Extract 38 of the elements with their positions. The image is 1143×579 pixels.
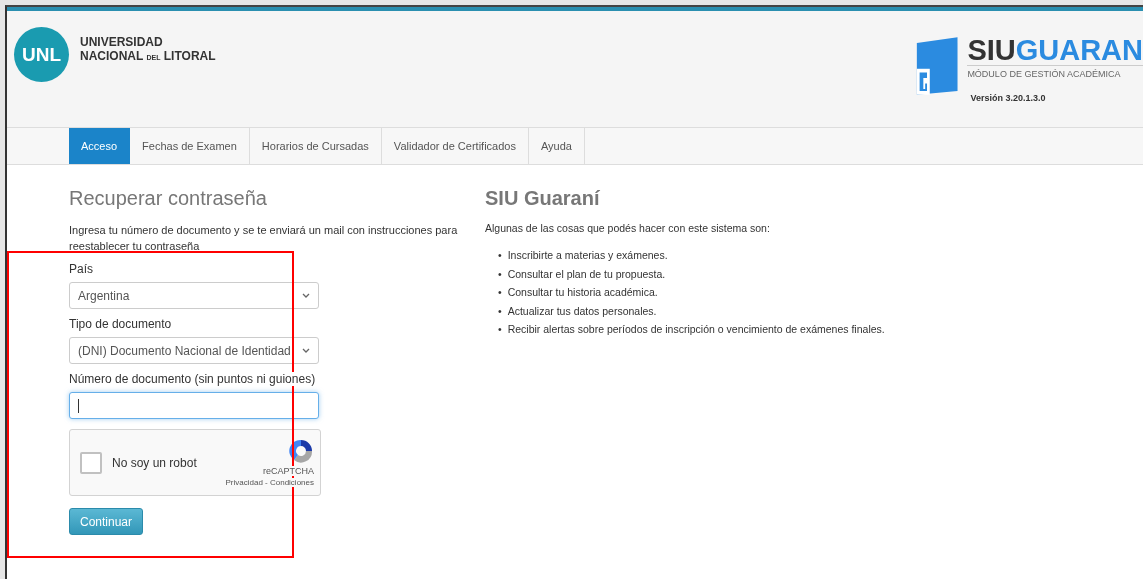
product-subtitle: MÓDULO DE GESTIÓN ACADÉMICA [967,65,1143,79]
dropdown-field[interactable]: (DNI) Documento Nacional de Identidad [69,337,319,364]
form-title: Recuperar contraseña [69,187,268,210]
checkbox[interactable] [80,451,102,474]
intro-text: Algunas de las cosas que podés hacer con este sistema son: [485,222,771,234]
recaptcha-logo-icon [288,438,314,464]
version-label: Versión 3.20.1.3.0 [970,93,1047,103]
nav-tab[interactable]: Validador de Certificados [381,128,529,164]
bullet: • [498,285,502,300]
captcha-links[interactable]: Privacidad - Condiciones [225,478,314,487]
nav-tab[interactable]: Ayuda [528,128,585,164]
nav-tab[interactable]: Acceso [69,128,131,164]
field-label: Número de documento (sin puntos ni guiones) [69,372,316,386]
feature-item: Inscribirte a materias y exámenes. [507,248,668,263]
nav-tab[interactable]: Horarios de Cursadas [249,128,382,164]
instructions-text: Ingresa tu número de documento y se te enviará un mail con instrucciones para reestablecer tu contraseña [69,223,459,254]
field-label: País [69,262,93,276]
feature-item: Recibir alertas sobre períodos de inscripción o vencimiento de exámenes finales. [507,322,885,337]
bullet: • [498,322,502,337]
feature-item: Consultar tu historia académica. [507,285,658,300]
chevron-down-icon [302,293,310,298]
bullet: • [498,248,502,263]
product-name: SIUGUARAN [967,35,1143,65]
bullet: • [498,303,502,319]
logo-badge: UNL [14,27,69,82]
dropdown-field[interactable]: Argentina [69,282,319,309]
feature-item: Actualizar tus datos personales. [507,303,657,319]
product-logo-icon [915,35,960,97]
nav-tab[interactable]: Fechas de Examen [130,128,250,164]
captcha-brand: reCAPTCHA [263,466,314,476]
bullet: • [498,266,502,282]
chevron-down-icon [302,348,310,353]
section-title: SIU Guaraní [485,187,601,210]
field-label: Tipo de documento [69,317,172,331]
captcha-label: No soy un robot [112,455,197,470]
feature-item: Consultar el plan de tu propuesta. [507,266,666,282]
university-name: UNIVERSIDAD [80,35,164,49]
input-field[interactable] [69,392,319,419]
